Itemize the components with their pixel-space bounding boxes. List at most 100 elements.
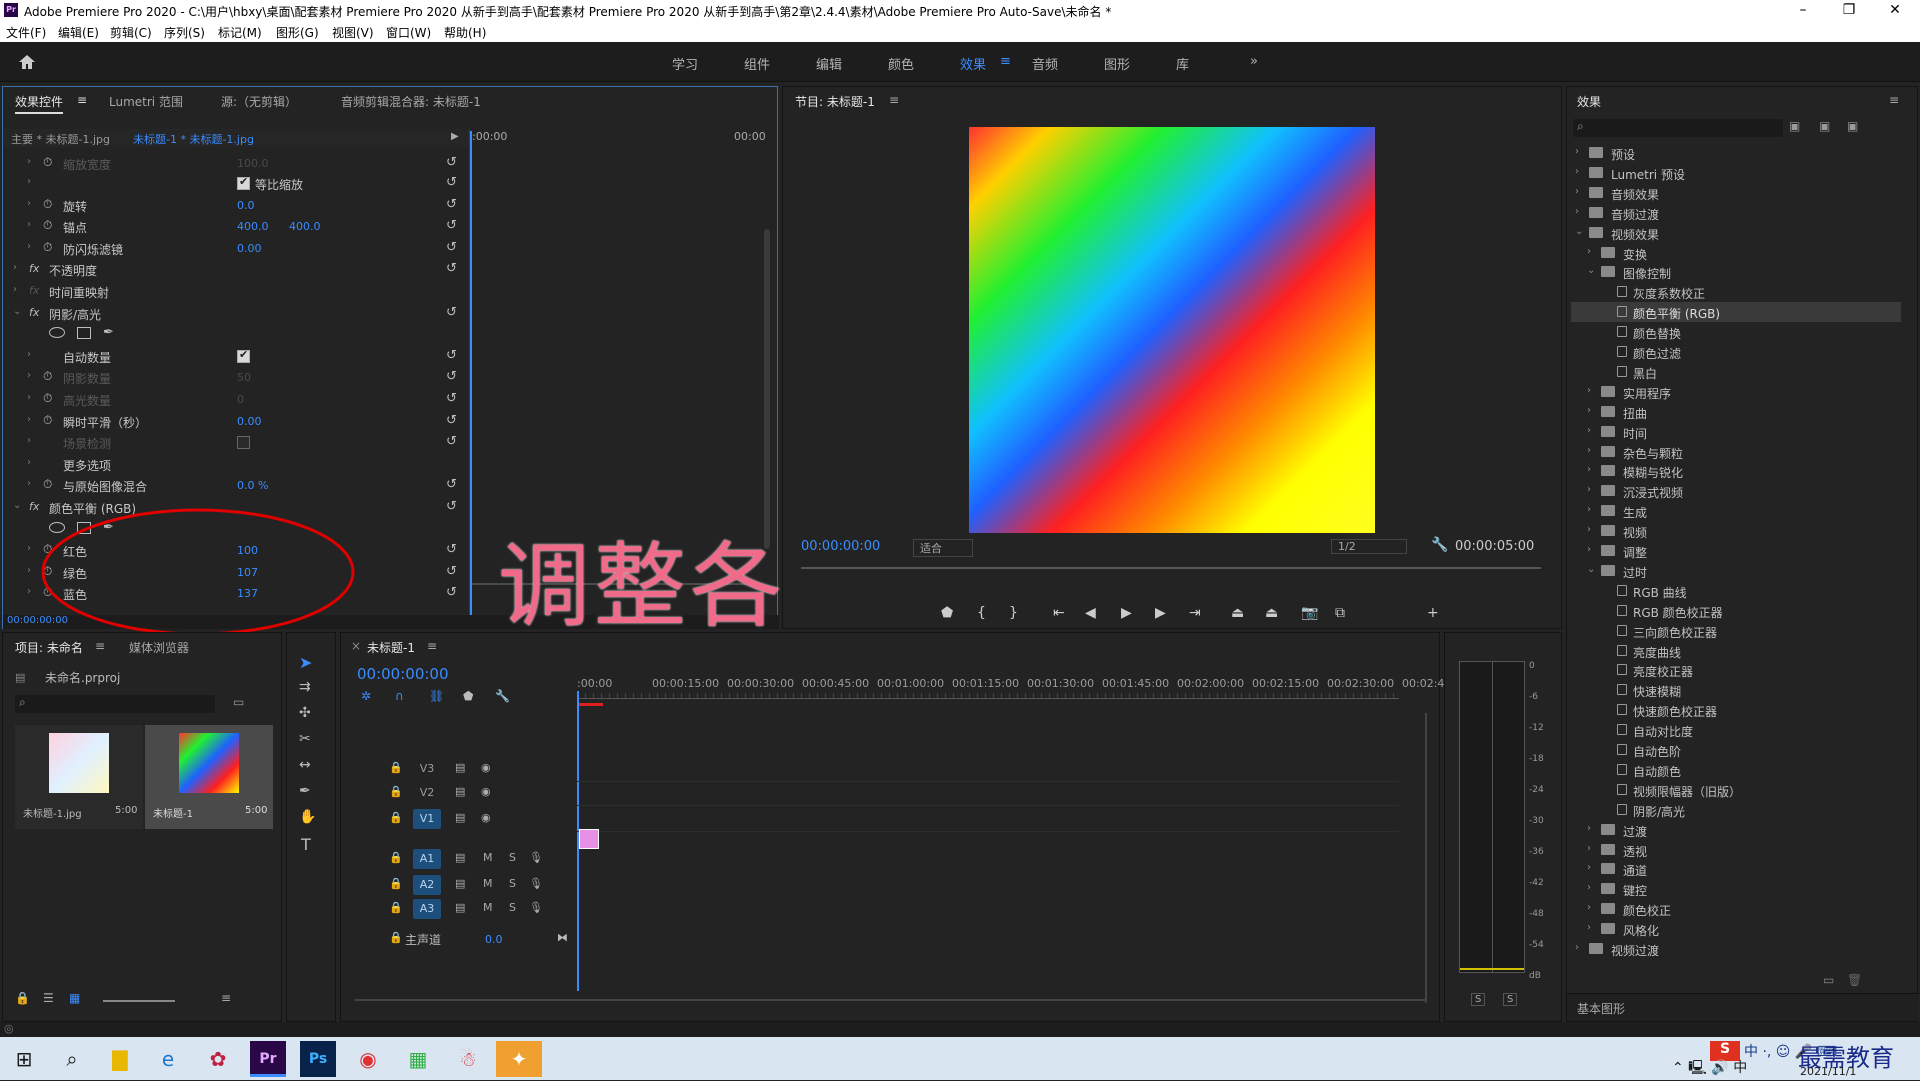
reset-icon[interactable]: ↺ <box>446 240 457 255</box>
effect-folder[interactable]: › 沉浸式视频 <box>1571 481 1901 501</box>
property-value[interactable]: 0.0 <box>237 199 255 212</box>
menu-graphics[interactable]: 图形(G) <box>276 24 319 41</box>
chevron-right-icon[interactable]: › <box>1587 544 1591 555</box>
effects-menu-icon[interactable]: ≡ <box>1889 93 1899 107</box>
reset-icon[interactable]: ↺ <box>446 413 457 428</box>
chevron-right-icon[interactable]: › <box>1587 246 1591 257</box>
effect-property-row[interactable]: ✒ <box>3 324 463 344</box>
property-checkbox[interactable]: ✔ <box>237 348 250 363</box>
sync-icon[interactable]: ▤ <box>455 785 465 798</box>
effect-item[interactable]: 自动对比度 <box>1571 720 1901 740</box>
effect-property-row[interactable]: › 等比缩放 ✔ ↺ <box>3 173 463 193</box>
chevron-right-icon[interactable]: › <box>1587 464 1591 475</box>
menu-sequence[interactable]: 序列(S) <box>164 24 205 41</box>
hand-tool-icon[interactable]: ✋ <box>299 809 316 825</box>
effect-property-row[interactable]: › ⏱ 瞬时平滑（秒） 0.00 ↺ <box>3 411 463 431</box>
chevron-right-icon[interactable]: › <box>1575 166 1579 177</box>
mic-icon[interactable]: 🎙 <box>529 901 543 914</box>
stopwatch-icon[interactable]: ⏱ <box>43 369 52 384</box>
chevron-right-icon[interactable]: › <box>1587 862 1591 873</box>
reset-icon[interactable]: ↺ <box>446 391 457 406</box>
effect-item[interactable]: 亮度校正器 <box>1571 660 1901 680</box>
slip-tool-icon[interactable]: ↔ <box>299 757 311 773</box>
chevron-down-icon[interactable]: ⌄ <box>1575 226 1583 237</box>
chevron-right-icon[interactable]: › <box>1587 882 1591 893</box>
workspace-color[interactable]: 颜色 <box>888 54 914 73</box>
lock-icon[interactable]: 🔒 <box>15 991 30 1005</box>
chevron-right-icon[interactable]: › <box>1587 484 1591 495</box>
effect-property-row[interactable]: › ⏱ 缩放宽度 100.0 ↺ <box>3 153 463 173</box>
minimize-button[interactable]: – <box>1780 0 1826 22</box>
video-track-header[interactable]: 🔒 V2 ▤ ◉ <box>371 781 581 805</box>
reset-icon[interactable]: ↺ <box>446 348 457 363</box>
reset-icon[interactable]: ↺ <box>446 155 457 170</box>
workspace-editing[interactable]: 编辑 <box>816 54 842 73</box>
effect-property-row[interactable]: › 自动数量 ✔ ↺ <box>3 346 463 366</box>
chevron-right-icon[interactable]: › <box>1587 524 1591 535</box>
app4-icon[interactable]: ✦ <box>496 1041 542 1077</box>
effect-item[interactable]: 阴影/高光 <box>1571 800 1901 820</box>
yuv-effects-icon[interactable]: ▣ <box>1847 119 1858 133</box>
effect-item[interactable]: 颜色平衡 (RGB) <box>1571 302 1901 323</box>
chevron-right-icon[interactable]: › <box>1575 186 1579 197</box>
selection-tool-icon[interactable]: ➤ <box>299 653 312 672</box>
app2-icon[interactable]: ▦ <box>400 1041 436 1077</box>
lock-icon[interactable]: 🔒 <box>389 761 403 774</box>
app3-icon[interactable]: ☃ <box>450 1041 486 1077</box>
tab-source[interactable]: 源:（无剪辑） <box>221 93 297 110</box>
step-back-icon[interactable]: ◀ <box>1085 605 1096 621</box>
fx-icon[interactable]: fx <box>29 306 39 319</box>
effect-folder[interactable]: › 通道 <box>1571 859 1901 879</box>
program-timecode[interactable]: 00:00:00:00 <box>801 539 880 554</box>
track-name[interactable]: V3 <box>413 759 441 779</box>
stopwatch-icon[interactable]: ⏱ <box>43 197 52 212</box>
go-to-out-icon[interactable]: ⇥ <box>1189 605 1201 621</box>
audio-track-header[interactable]: 🔒 A3 ▤ M S 🎙 <box>371 897 581 921</box>
expand-arrow-icon[interactable]: › <box>27 392 31 403</box>
effect-property-row[interactable]: › ⏱ 旋转 0.0 ↺ <box>3 195 463 215</box>
fit-dropdown[interactable]: 适合 <box>913 539 973 557</box>
mute-button[interactable]: M <box>483 901 493 914</box>
program-scrub-bar[interactable] <box>801 567 1541 569</box>
export-frame-icon[interactable]: 📷 <box>1301 605 1318 621</box>
expand-arrow-icon[interactable]: › <box>27 543 31 554</box>
ripple-edit-tool-icon[interactable]: ✣ <box>299 705 311 721</box>
property-value-2[interactable]: 400.0 <box>289 220 321 233</box>
property-value[interactable]: 0.00 <box>237 242 262 255</box>
solo-button[interactable]: S <box>509 877 516 890</box>
project-item-image[interactable]: 未标题-1.jpg 5:00 <box>15 725 143 829</box>
lock-icon[interactable]: 🔒 <box>389 877 403 890</box>
kf-scrollbar[interactable] <box>764 229 770 549</box>
expand-arrow-icon[interactable]: › <box>27 478 31 489</box>
sequence-clip-label[interactable]: 未标题-1 * 未标题-1.jpg <box>133 131 254 147</box>
quality-dropdown[interactable]: 1/2 <box>1331 539 1407 554</box>
effect-folder[interactable]: › 透视 <box>1571 840 1901 860</box>
stopwatch-icon[interactable]: ⏱ <box>43 391 52 406</box>
workspace-menu-icon[interactable]: ≡ <box>1000 54 1011 69</box>
new-bin-icon[interactable]: ▭ <box>1823 973 1834 987</box>
track-name[interactable]: A2 <box>413 875 441 895</box>
effect-item[interactable]: 黑白 <box>1571 362 1901 382</box>
kf-playhead[interactable] <box>470 131 472 619</box>
effect-folder[interactable]: ⌄ 图像控制 <box>1571 262 1901 282</box>
effect-folder[interactable]: › 时间 <box>1571 422 1901 442</box>
lock-icon[interactable]: 🔒 <box>389 811 403 824</box>
stopwatch-icon[interactable]: ⏱ <box>43 477 52 492</box>
audio-track-header[interactable]: 🔒 A1 ▤ M S 🎙 <box>371 847 581 871</box>
effect-folder[interactable]: › 键控 <box>1571 879 1901 899</box>
eye-icon[interactable]: ◉ <box>481 785 491 798</box>
solo-right-button[interactable]: S <box>1503 993 1518 1006</box>
new-bin-icon[interactable]: ▭ <box>233 695 244 709</box>
chevron-down-icon[interactable]: ⌄ <box>1587 265 1595 276</box>
stopwatch-icon[interactable]: ⏱ <box>43 413 52 428</box>
tab-project[interactable]: 项目: 未命名 <box>15 639 83 656</box>
property-value[interactable]: 50 <box>237 371 251 384</box>
add-marker-icon[interactable]: ⬟ <box>941 605 953 621</box>
32bit-effects-icon[interactable]: ▣ <box>1819 119 1830 133</box>
stopwatch-icon[interactable]: ⏱ <box>43 240 52 255</box>
property-value[interactable]: 0.0 % <box>237 479 268 492</box>
close-button[interactable]: ✕ <box>1872 0 1918 22</box>
timeline-vertical-scroll[interactable] <box>1425 713 1427 1003</box>
step-forward-icon[interactable]: ▶ <box>1155 605 1166 621</box>
stopwatch-icon[interactable]: ⏱ <box>43 155 52 170</box>
